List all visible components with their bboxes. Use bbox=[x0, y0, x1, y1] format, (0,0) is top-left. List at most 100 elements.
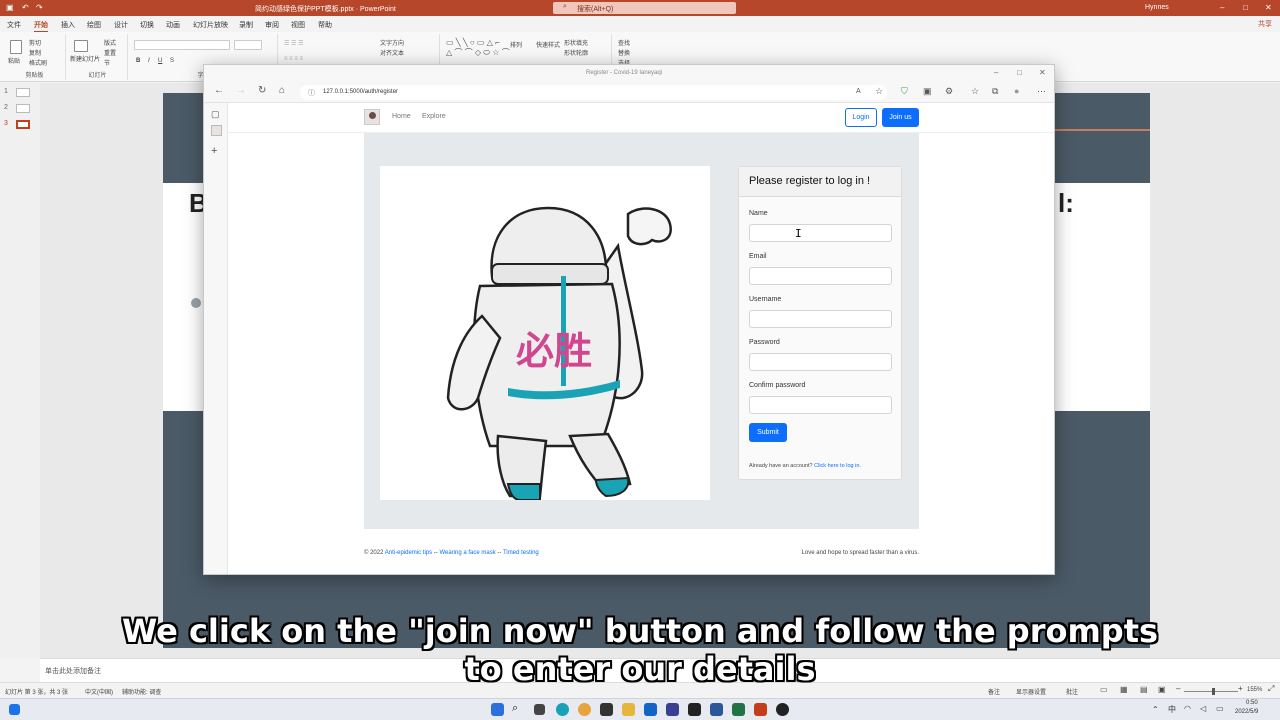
wifi-icon[interactable]: ◠ bbox=[1184, 704, 1191, 713]
edge-icon[interactable] bbox=[556, 703, 569, 716]
github-icon[interactable] bbox=[688, 703, 701, 716]
shield-icon[interactable]: ⛉ bbox=[901, 86, 908, 97]
tab-view[interactable]: 视图 bbox=[291, 20, 305, 30]
paste-icon[interactable] bbox=[10, 40, 22, 54]
more-icon[interactable]: ⋯ bbox=[1037, 86, 1046, 97]
strikethrough-icon[interactable]: S bbox=[170, 58, 174, 64]
app-icon[interactable] bbox=[600, 703, 613, 716]
arrange-label[interactable]: 排列 bbox=[510, 40, 522, 49]
zoom-slider[interactable] bbox=[1184, 691, 1238, 692]
info-icon[interactable]: ⓘ bbox=[308, 88, 315, 98]
shape-fill-button[interactable]: 形状填充 bbox=[564, 38, 588, 47]
confirm-password-field[interactable] bbox=[749, 396, 892, 414]
font-name-select[interactable] bbox=[134, 40, 230, 50]
font-size-select[interactable] bbox=[234, 40, 262, 50]
tab-record[interactable]: 录制 bbox=[239, 20, 253, 30]
align-text-button[interactable]: 对齐文本 bbox=[380, 48, 404, 57]
notes-toggle[interactable]: 备注 bbox=[988, 687, 1000, 696]
search-icon[interactable]: ⌕ bbox=[512, 702, 525, 715]
word-icon[interactable] bbox=[710, 703, 723, 716]
minimize-icon[interactable]: – bbox=[1220, 3, 1224, 12]
find-button[interactable]: 查找 bbox=[618, 38, 630, 47]
accessibility-status[interactable]: 辅助功能: 调查 bbox=[122, 687, 161, 696]
ppt-search-box[interactable]: ⌕ 搜索(Alt+Q) bbox=[553, 2, 736, 14]
name-field[interactable] bbox=[749, 224, 892, 242]
italic-icon[interactable]: I bbox=[148, 58, 150, 64]
slide-thumb-3[interactable]: 3 bbox=[4, 120, 30, 129]
tab-favicon[interactable] bbox=[211, 125, 222, 136]
undo-icon[interactable]: ↶ bbox=[22, 3, 29, 12]
browser-minimize-icon[interactable]: – bbox=[994, 68, 998, 77]
tab-transitions[interactable]: 切换 bbox=[140, 20, 154, 30]
zoom-slider-thumb[interactable] bbox=[1212, 688, 1215, 695]
login-button[interactable]: Login bbox=[845, 108, 877, 127]
clock-date[interactable]: 2022/5/9 bbox=[1235, 709, 1258, 715]
extension-icon[interactable]: ▣ bbox=[923, 86, 932, 97]
browser-close-icon[interactable]: ✕ bbox=[1039, 68, 1046, 77]
close-icon[interactable]: ✕ bbox=[1265, 3, 1272, 12]
volume-icon[interactable]: ◁ bbox=[1200, 704, 1206, 713]
profile-icon[interactable]: ● bbox=[1014, 86, 1019, 96]
cut-button[interactable]: 剪切 bbox=[29, 38, 41, 47]
nav-explore[interactable]: Explore bbox=[422, 113, 446, 120]
comments-toggle[interactable]: 批注 bbox=[1066, 687, 1078, 696]
replace-button[interactable]: 替换 bbox=[618, 48, 630, 57]
input-method-icon[interactable]: 中 bbox=[1168, 704, 1176, 715]
shape-outline-button[interactable]: 形状轮廓 bbox=[564, 48, 588, 57]
copy-button[interactable]: 复制 bbox=[29, 48, 41, 57]
quick-styles-label[interactable]: 快速样式 bbox=[536, 40, 560, 49]
submit-button[interactable]: Submit bbox=[749, 423, 787, 442]
footer-link-testing[interactable]: Timed testing bbox=[503, 550, 539, 556]
outlook-icon[interactable] bbox=[644, 703, 657, 716]
tab-draw[interactable]: 绘图 bbox=[87, 20, 101, 30]
paste-label[interactable]: 粘贴 bbox=[8, 56, 20, 65]
forward-icon[interactable]: → bbox=[236, 85, 246, 96]
shapes-gallery[interactable]: ▭ ╲ ╲ ○ ▭ △ ⌐ △ ⌒ ⌒ ◇ ⬭ ☆ ⌒ bbox=[446, 38, 510, 58]
text-direction-button[interactable]: 文字方向 bbox=[380, 38, 404, 47]
tab-review[interactable]: 审阅 bbox=[265, 20, 279, 30]
battery-icon[interactable]: ▭ bbox=[1216, 704, 1224, 713]
redo-icon[interactable]: ↷ bbox=[36, 3, 43, 12]
language-status[interactable]: 中文(中国) bbox=[85, 687, 113, 696]
home-icon[interactable]: ⌂ bbox=[279, 85, 285, 96]
tab-design[interactable]: 设计 bbox=[114, 20, 128, 30]
slide-thumb-2[interactable]: 2 bbox=[4, 104, 30, 113]
new-tab-icon[interactable]: + bbox=[211, 145, 217, 157]
underline-icon[interactable]: U bbox=[158, 58, 162, 64]
read-aloud-icon[interactable]: A bbox=[856, 88, 861, 95]
file-explorer-icon[interactable] bbox=[622, 703, 635, 716]
settings-icon[interactable]: ⚙ bbox=[945, 86, 953, 97]
new-slide-icon[interactable] bbox=[74, 40, 88, 52]
new-slide-label[interactable]: 新建幻灯片 bbox=[70, 54, 100, 63]
windows-start-icon[interactable] bbox=[9, 704, 20, 715]
email-field[interactable] bbox=[749, 267, 892, 285]
clock-time[interactable]: 0:50 bbox=[1246, 700, 1258, 706]
tab-help[interactable]: 帮助 bbox=[318, 20, 332, 30]
tab-animations[interactable]: 动画 bbox=[166, 20, 180, 30]
site-logo[interactable] bbox=[364, 109, 380, 125]
back-icon[interactable]: ← bbox=[214, 85, 224, 96]
format-painter-button[interactable]: 格式刷 bbox=[29, 58, 47, 67]
chrome-icon[interactable] bbox=[578, 703, 591, 716]
tab-file[interactable]: 文件 bbox=[7, 20, 21, 30]
slide-thumb-1[interactable]: 1 bbox=[4, 88, 30, 97]
bullets-icon[interactable]: ☰ ☰ ☰ bbox=[284, 40, 303, 47]
tab-actions-icon[interactable]: ▢ bbox=[211, 109, 220, 120]
section-button[interactable]: 节 bbox=[104, 58, 110, 67]
favorite-add-icon[interactable]: ☆ bbox=[875, 86, 883, 97]
layout-button[interactable]: 版式 bbox=[104, 38, 116, 47]
footer-link-mask[interactable]: Wearing a face mask bbox=[439, 550, 495, 556]
join-us-button[interactable]: Join us bbox=[882, 108, 919, 127]
align-icon[interactable]: ≡ ≡ ≡ ≡ bbox=[284, 56, 303, 62]
tray-arrow-icon[interactable]: ⌃ bbox=[1152, 705, 1159, 714]
browser-maximize-icon[interactable]: □ bbox=[1017, 68, 1022, 77]
visual-studio-icon[interactable] bbox=[666, 703, 679, 716]
share-button[interactable]: 共享 bbox=[1258, 19, 1272, 29]
excel-icon[interactable] bbox=[732, 703, 745, 716]
bold-icon[interactable]: B bbox=[136, 58, 140, 64]
tab-insert[interactable]: 插入 bbox=[61, 20, 75, 30]
powerpoint-icon[interactable] bbox=[754, 703, 767, 716]
address-bar[interactable]: ⓘ 127.0.0.1:5000/auth/register bbox=[300, 85, 887, 100]
save-icon[interactable]: ▣ bbox=[6, 3, 14, 12]
reset-button[interactable]: 重置 bbox=[104, 48, 116, 57]
